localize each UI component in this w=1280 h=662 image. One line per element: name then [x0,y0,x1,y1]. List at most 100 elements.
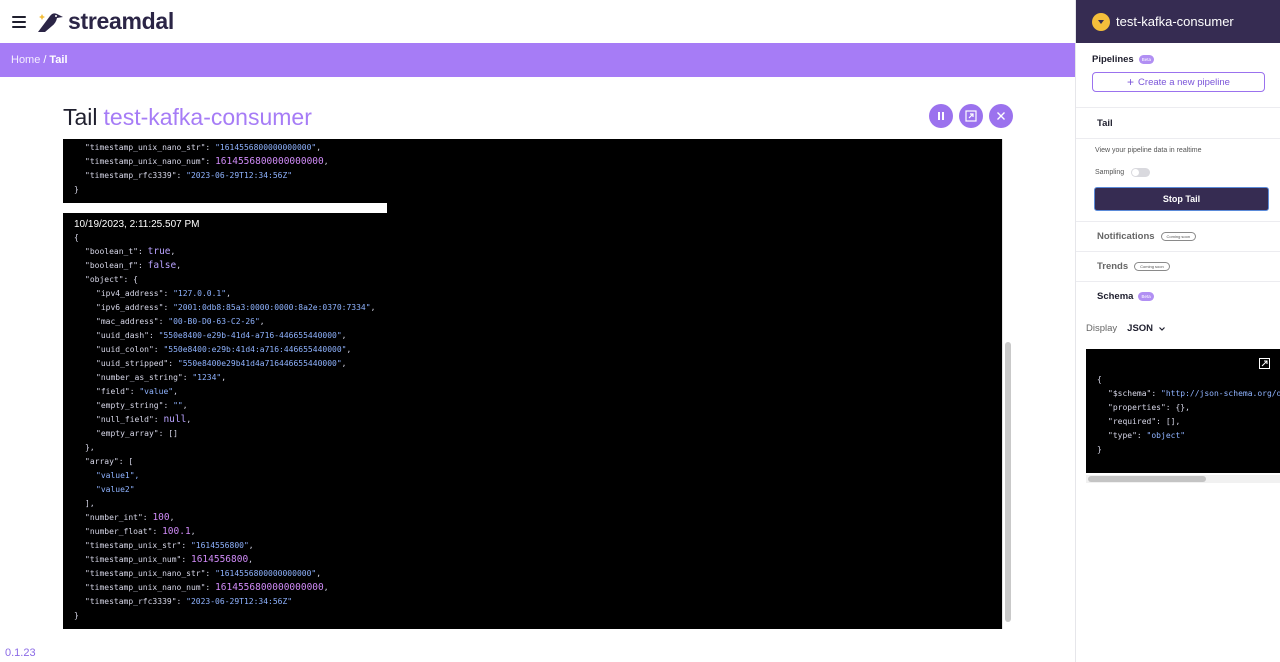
code-value: "550e8400-e29b-41d4-a716-446655440000" [158,331,342,340]
sampling-toggle[interactable] [1131,168,1151,177]
code-line: "timestamp_unix_num": 1614556800, [85,554,253,565]
expand-icon[interactable] [1259,358,1270,369]
pause-icon [938,112,944,120]
code-value: "value" [139,387,174,396]
code-line: "number_as_string": "1234", [96,373,227,382]
code-line: "properties": {}, [1108,403,1190,412]
code-value: "1234" [192,373,222,382]
schema-scrollbar[interactable] [1086,475,1280,483]
code-punct: } [1097,445,1102,454]
schema-section: Schema Beta [1081,291,1170,302]
code-line: { [1097,373,1280,387]
coming-soon-badge: Coming soon [1134,262,1170,271]
code-value: "1614556800" [190,541,249,550]
code-line: "type": "object" [1108,431,1186,440]
code-value: "2023-06-29T12:34:56Z" [186,597,293,606]
code-value: "object" [1146,431,1186,440]
chevron-down-icon [1159,326,1165,331]
display-format-value: JSON [1127,323,1154,334]
display-format-select[interactable]: JSON [1127,323,1166,334]
code-line: "number_float": 100.1, [85,526,196,537]
tail-label[interactable]: Tail [1097,118,1113,129]
pipelines-section: Pipelines Beta [1076,54,1170,65]
code-key: "uuid_stripped" [96,359,169,368]
menu-icon[interactable] [12,15,26,28]
tail-scrollbar[interactable] [1002,139,1012,629]
title-row: Tail test-kafka-consumer [63,102,1013,132]
code-key: "boolean_t" [85,247,138,256]
notifications-label: Notifications [1097,231,1155,242]
code-punct: } [74,611,79,620]
pause-button[interactable] [929,104,953,128]
top-header: streamdal [0,0,1075,43]
schema-scrollbar-thumb[interactable] [1088,476,1206,482]
trends-label: Trends [1097,261,1129,272]
code-string: "value1", [96,471,140,480]
code-key: "empty_array" [96,429,159,438]
divider [1076,221,1280,222]
breadcrumb: Home / Tail [0,43,1075,77]
code-key: "required" [1108,417,1157,426]
code-value: "1614556800000000000" [215,569,317,578]
schema-label: Schema [1097,291,1134,302]
tail-scrollbar-thumb[interactable] [1005,342,1011,622]
code-value: [] [168,429,178,438]
code-line: "boolean_f": false, [85,260,182,271]
fullscreen-button[interactable] [959,104,983,128]
display-row: Display JSON [1086,323,1166,334]
code-key: "timestamp_unix_nano_num" [85,583,206,592]
code-punct: } [74,185,79,194]
beta-badge: Beta [1138,292,1154,301]
status-badge [1092,12,1110,31]
code-line: "timestamp_unix_nano_str": "161455680000… [85,569,322,578]
code-line: } [74,609,375,623]
divider [1076,251,1280,252]
code-value: 1614556800000000000 [215,156,324,167]
logo-bird-icon [38,12,63,32]
code-line: "required": [], [1108,417,1181,426]
tail-description: View your pipeline data in realtime [1095,147,1202,154]
logo[interactable]: streamdal [36,8,174,35]
code-value: { [133,275,138,284]
code-line: "empty_string": "", [96,401,188,410]
code-line: "timestamp_rfc3339": "2023-06-29T12:34:5… [85,171,293,180]
code-line: "$schema": "http://json-schema.org/draft… [1097,387,1280,401]
code-value: "550e8400:e29b:41d4:a716:446655440000" [163,345,347,354]
code-key: "ipv6_address" [96,303,164,312]
code-value: false [147,260,177,271]
code-line: "timestamp_unix_nano_num": 1614556800000… [85,582,329,593]
code-value: 100 [152,512,170,523]
code-value: 100.1 [162,526,191,537]
divider [1076,281,1280,282]
close-icon [997,112,1005,120]
code-value: "1614556800000000000" [215,143,317,152]
code-key: "$schema" [1108,389,1152,398]
code-line: "uuid_stripped": "550e8400e29b41d4a71644… [96,359,347,368]
code-key: "uuid_colon" [96,345,154,354]
code-key: "timestamp_unix_str" [85,541,182,550]
code-line: "boolean_t": true, [85,246,176,257]
trends-section: Trends Coming soon [1081,261,1186,272]
breadcrumb-home[interactable]: Home [11,54,40,66]
code-key: "mac_address" [96,317,159,326]
code-line: "field": "value", [96,387,178,396]
code-punct: ], [85,499,95,508]
code-line: "value2" [74,483,375,497]
code-line: "timestamp_rfc3339": "2023-06-29T12:34:5… [85,597,293,606]
code-line: "empty_array": [] [96,429,178,438]
notifications-section: Notifications Coming soon [1081,231,1212,242]
page-title-label: Tail [63,103,98,130]
code-key: "uuid_dash" [96,331,149,340]
create-pipeline-button[interactable]: + Create a new pipeline [1092,72,1265,92]
breadcrumb-separator: / [43,54,47,66]
code-line: } [1097,443,1280,457]
code-line: "array": [ [85,457,134,466]
breadcrumb-current: Tail [49,54,68,66]
code-line: "ipv6_address": "2001:0db8:85a3:0000:000… [96,303,376,312]
stop-tail-button[interactable]: Stop Tail [1094,187,1269,211]
code-string: "value2" [96,485,135,494]
code-line: "uuid_dash": "550e8400-e29b-41d4-a716-44… [96,331,347,340]
code-line: } [74,183,329,197]
sampling-row: Sampling [1095,168,1151,177]
close-button[interactable] [989,104,1013,128]
